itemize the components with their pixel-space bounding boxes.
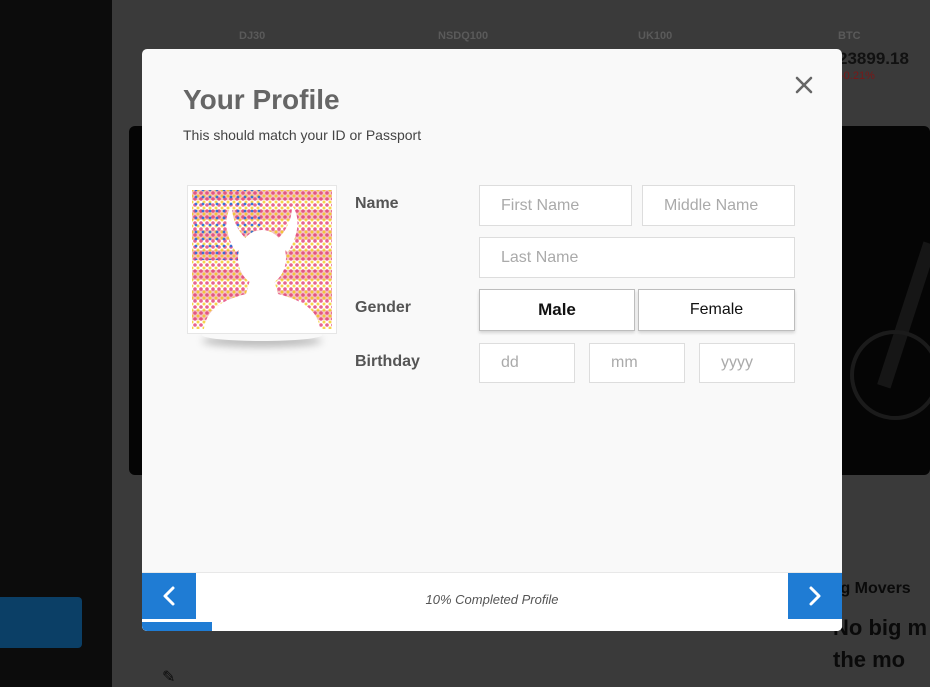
progress-text: 10% Completed Profile	[425, 592, 559, 607]
ticker-btc-change: -0.21%	[840, 70, 875, 82]
birthday-day-input[interactable]	[479, 343, 575, 383]
first-name-input[interactable]	[479, 185, 632, 226]
birthday-year-input[interactable]	[699, 343, 795, 383]
ticker-btc: BTC	[838, 30, 861, 42]
background-sidebar-button	[0, 597, 82, 648]
pen-icon: ✎	[162, 669, 176, 686]
big-movers-empty: No big m at the mo	[833, 615, 930, 672]
middle-name-input[interactable]	[642, 185, 795, 226]
gender-female-button[interactable]: Female	[638, 289, 795, 331]
profile-modal: Your Profile This should match your ID o…	[142, 49, 842, 631]
big-movers-heading: ig Movers	[836, 580, 911, 597]
birthday-label: Birthday	[355, 353, 420, 370]
ticker-dj30: DJ30	[239, 30, 266, 42]
progress-bar	[142, 622, 842, 631]
name-label: Name	[355, 195, 399, 212]
last-name-input[interactable]	[479, 237, 795, 278]
ticker-nsdq100: NSDQ100	[438, 30, 489, 42]
avatar-upload[interactable]	[187, 185, 337, 334]
modal-title: Your Profile	[183, 84, 340, 115]
gender-male-button[interactable]: Male	[479, 289, 635, 331]
ticker-btc-value: 23899.18	[838, 49, 909, 68]
avatar-image	[192, 190, 332, 329]
ticker-uk100: UK100	[638, 30, 673, 42]
progress-bar-fill	[142, 622, 212, 631]
close-icon	[795, 76, 813, 94]
chevron-right-icon	[809, 586, 821, 606]
next-button[interactable]	[788, 573, 842, 619]
close-button[interactable]	[790, 71, 818, 99]
gender-label: Gender	[355, 299, 412, 316]
background-sidebar	[0, 0, 112, 687]
background-decor-circle	[850, 330, 930, 420]
modal-subtitle: This should match your ID or Passport	[183, 127, 422, 143]
birthday-month-input[interactable]	[589, 343, 685, 383]
